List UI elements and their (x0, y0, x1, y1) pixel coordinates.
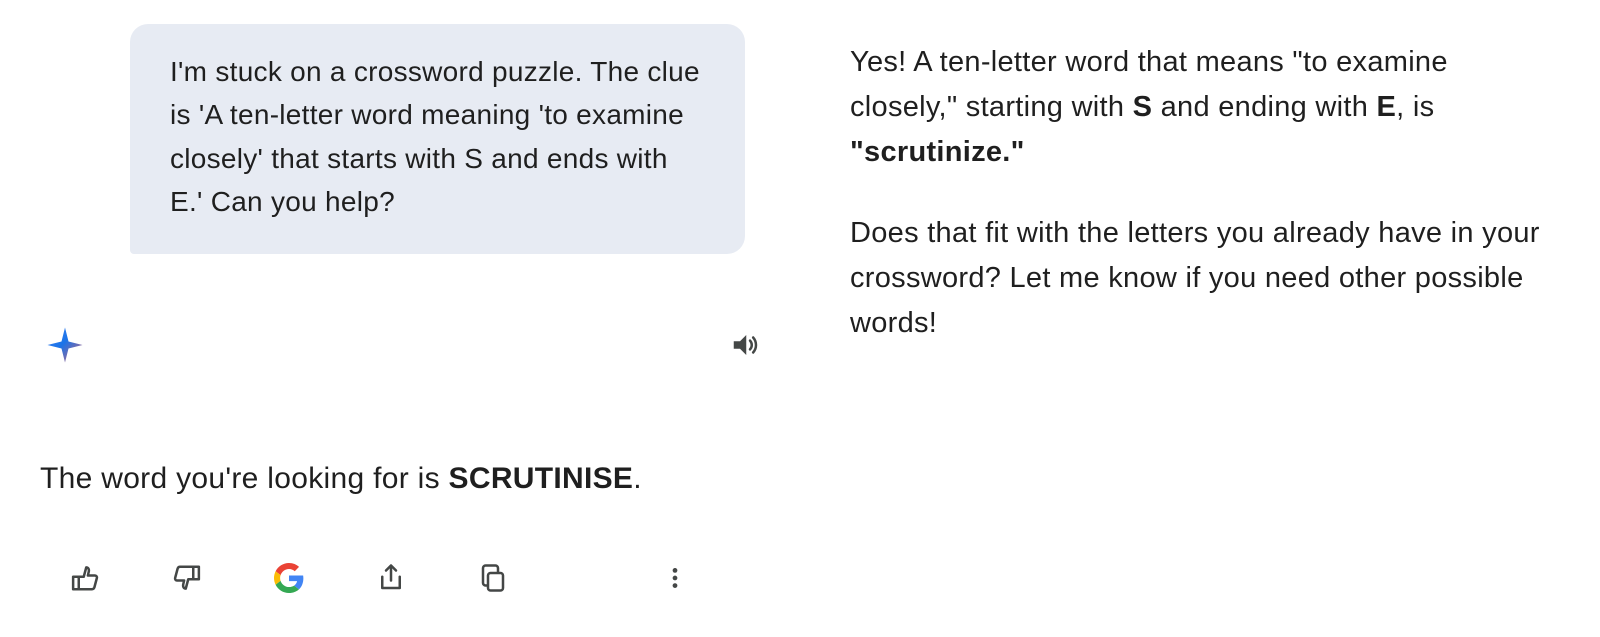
right-paragraph-1: Yes! A ten-letter word that means "to ex… (850, 40, 1550, 175)
read-aloud-button[interactable] (730, 330, 760, 360)
more-options-button[interactable] (660, 563, 690, 593)
right-assistant-answer: Yes! A ten-letter word that means "to ex… (850, 40, 1550, 346)
bold-letter-e: E (1377, 91, 1397, 123)
sparkle-icon (44, 324, 86, 366)
left-assistant-answer: The word you're looking for is SCRUTINIS… (40, 456, 780, 501)
google-search-button[interactable] (274, 563, 304, 593)
thumbs-up-button[interactable] (70, 563, 100, 593)
bold-letter-s: S (1133, 91, 1153, 123)
bold-answer-word: "scrutinize." (850, 136, 1025, 168)
answer-word: SCRUTINISE (449, 462, 634, 495)
copy-button[interactable] (478, 563, 508, 593)
thumbs-down-button[interactable] (172, 563, 202, 593)
share-button[interactable] (376, 563, 406, 593)
text-fragment: , is (1396, 91, 1434, 123)
user-message-bubble: I'm stuck on a crossword puzzle. The clu… (130, 24, 745, 254)
answer-prefix: The word you're looking for is (40, 462, 449, 495)
left-panel: I'm stuck on a crossword puzzle. The clu… (0, 0, 820, 637)
answer-suffix: . (633, 462, 642, 495)
right-paragraph-2: Does that fit with the letters you alrea… (850, 211, 1550, 346)
action-bar (40, 563, 780, 593)
app-container: I'm stuck on a crossword puzzle. The clu… (0, 0, 1600, 637)
text-fragment: and ending with (1152, 91, 1376, 123)
right-panel: Yes! A ten-letter word that means "to ex… (820, 0, 1600, 637)
assistant-header-row (40, 324, 780, 366)
user-message-text: I'm stuck on a crossword puzzle. The clu… (170, 56, 700, 217)
